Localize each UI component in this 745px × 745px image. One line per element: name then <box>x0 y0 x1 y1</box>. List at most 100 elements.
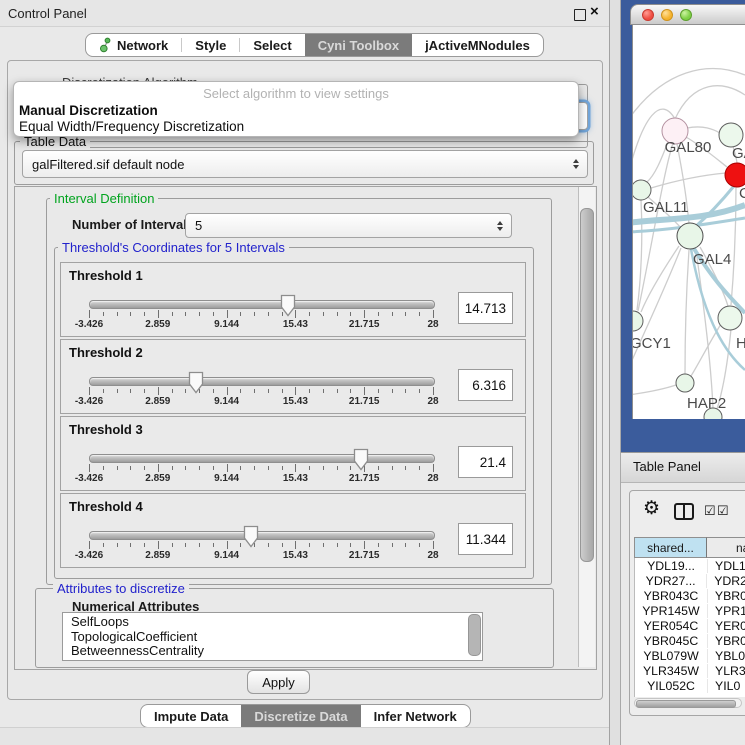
cell-shared-name[interactable]: YIL052C <box>635 679 708 693</box>
zoom-window-icon[interactable] <box>680 9 692 21</box>
table-row[interactable]: YPR145WYPR1 <box>635 603 745 618</box>
cell-name[interactable]: YER0 <box>708 619 745 633</box>
tick-mark <box>392 543 393 547</box>
threshold-slider-thumb[interactable] <box>280 294 296 317</box>
close-window-icon[interactable] <box>642 9 654 21</box>
label-gal80: GAL80 <box>665 139 712 156</box>
table-row[interactable]: YBR043CYBR0 <box>635 588 745 603</box>
attribute-item[interactable]: TopologicalCoefficient <box>63 630 482 645</box>
checkbox-icon[interactable]: ☑ <box>704 503 716 519</box>
label-hap2: HAP2 <box>687 395 726 412</box>
tab-select[interactable]: Select <box>240 34 304 56</box>
node-red[interactable] <box>725 163 745 187</box>
dropdown-option-equal-width[interactable]: Equal Width/Frequency Discretization <box>19 119 244 134</box>
column-header-name[interactable]: na <box>707 537 745 558</box>
num-intervals-combobox[interactable]: 5 <box>185 213 512 238</box>
table-data-value: galFiltered.sif default node <box>32 151 184 177</box>
cell-name[interactable]: YBL0 <box>708 649 745 663</box>
cell-shared-name[interactable]: YDL19... <box>635 559 708 573</box>
minimize-window-icon[interactable] <box>661 9 673 21</box>
horizontal-scrollbar-track[interactable] <box>634 698 742 708</box>
attributes-scrollbar-thumb[interactable] <box>468 614 481 656</box>
network-nodes[interactable] <box>633 118 745 419</box>
checkbox-icon[interactable]: ☑ <box>717 503 729 519</box>
table-row[interactable]: YBR045CYBR0 <box>635 633 745 648</box>
tick-mark <box>309 312 310 316</box>
cell-shared-name[interactable]: YBR045C <box>635 634 708 648</box>
table-row[interactable]: YLR345WYLR3 <box>635 663 745 678</box>
tick-mark <box>172 312 173 316</box>
tick-mark <box>337 543 338 547</box>
cell-shared-name[interactable]: YBL079W <box>635 649 708 663</box>
node-h[interactable] <box>718 306 742 330</box>
table-row[interactable]: YDR27...YDR2 <box>635 573 745 588</box>
table-row[interactable]: YBL079WYBL0 <box>635 648 745 663</box>
threshold-value-field[interactable]: 11.344 <box>458 523 513 555</box>
table-row[interactable]: YIL052CYIL0 <box>635 678 745 693</box>
cell-name[interactable]: YBR0 <box>708 634 745 648</box>
node-gal4[interactable] <box>677 223 703 249</box>
cell-shared-name[interactable]: YER054C <box>635 619 708 633</box>
cell-shared-name[interactable]: YLR345W <box>635 664 708 678</box>
numerical-attributes-list[interactable]: SelfLoopsTopologicalCoefficientBetweenne… <box>62 612 483 661</box>
apply-button[interactable]: Apply <box>247 670 310 694</box>
tab-network[interactable]: Network <box>86 34 181 56</box>
tab-discretize-data[interactable]: Discretize Data <box>241 705 360 727</box>
cell-name[interactable]: YIL0 <box>708 679 740 693</box>
tick-mark <box>130 466 131 470</box>
float-panel-icon[interactable] <box>574 9 586 21</box>
tab-jactivemnodules[interactable]: jActiveMNodules <box>412 34 543 56</box>
tick-mark <box>295 464 296 472</box>
horizontal-scrollbar-thumb[interactable] <box>636 700 736 708</box>
column-header-shared-name[interactable]: shared... <box>634 537 707 558</box>
tab-style[interactable]: Style <box>182 34 239 56</box>
network-canvas[interactable]: GAL80 GA C GAL11 GAL4 GCY1 H HAP2 <box>632 25 745 419</box>
tick-mark <box>433 387 434 395</box>
label-ga-partial: GA <box>732 145 745 162</box>
panel-splitter[interactable] <box>609 0 621 745</box>
cell-name[interactable]: YPR1 <box>708 604 745 618</box>
tick-mark <box>378 466 379 470</box>
tab-impute-data[interactable]: Impute Data <box>141 705 241 727</box>
cell-shared-name[interactable]: YBR043C <box>635 589 708 603</box>
threshold-slider-track[interactable] <box>89 454 435 463</box>
threshold-value-field[interactable]: 21.4 <box>458 446 513 478</box>
vertical-scrollbar-thumb[interactable] <box>580 208 594 562</box>
threshold-slider-thumb[interactable] <box>188 371 204 394</box>
tick-label: -3.426 <box>75 319 103 330</box>
table-row[interactable]: YER054CYER0 <box>635 618 745 633</box>
tick-mark <box>323 543 324 547</box>
threshold-slider-thumb[interactable] <box>243 525 259 548</box>
close-icon[interactable]: × <box>590 3 599 20</box>
dropdown-option-manual[interactable]: Manual Discretization <box>19 103 158 118</box>
tick-mark <box>117 543 118 547</box>
cell-name[interactable]: YBR0 <box>708 589 745 603</box>
node-gal11[interactable] <box>633 180 651 200</box>
column-layout-icon[interactable] <box>674 503 694 520</box>
threshold-value-field[interactable]: 14.713 <box>458 292 513 324</box>
threshold-slider-track[interactable] <box>89 377 435 386</box>
threshold-value-field[interactable]: 6.316 <box>458 369 513 401</box>
table-row[interactable]: YDL19...YDL1 <box>635 558 745 573</box>
attribute-item[interactable]: SelfLoops <box>63 615 482 630</box>
gear-icon[interactable]: ⚙ <box>643 497 660 520</box>
node-gcy1[interactable] <box>633 311 643 331</box>
table-data-combobox[interactable]: galFiltered.sif default node <box>22 150 588 178</box>
node-hap2[interactable] <box>676 374 694 392</box>
cell-name[interactable]: YDR2 <box>707 574 745 588</box>
tab-infer-network[interactable]: Infer Network <box>361 705 470 727</box>
tick-label: 2.859 <box>145 550 170 561</box>
network-window-titlebar[interactable] <box>630 4 745 25</box>
cell-name[interactable]: YDL1 <box>708 559 745 573</box>
threshold-slider-track[interactable] <box>89 531 435 540</box>
threshold-slider-thumb[interactable] <box>353 448 369 471</box>
attribute-item[interactable]: BetweennessCentrality <box>63 644 482 659</box>
threshold-slider-track[interactable] <box>89 300 435 309</box>
network-graph: GAL80 GA C GAL11 GAL4 GCY1 H HAP2 <box>633 25 745 419</box>
tab-cyni-toolbox[interactable]: Cyni Toolbox <box>305 34 412 56</box>
node-top-right[interactable] <box>719 123 743 147</box>
cell-shared-name[interactable]: YPR145W <box>635 604 708 618</box>
cell-shared-name[interactable]: YDR27... <box>635 574 707 588</box>
threshold-label: Threshold 1 <box>69 268 143 283</box>
cell-name[interactable]: YLR3 <box>708 664 745 678</box>
